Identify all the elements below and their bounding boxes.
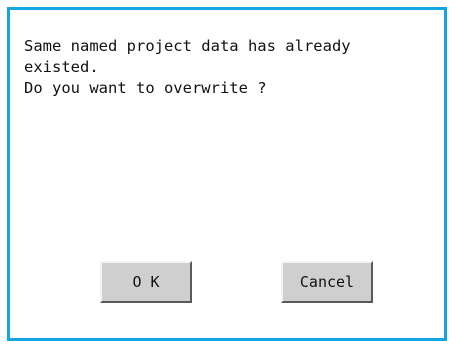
- message-line-2: existed.: [24, 58, 99, 76]
- ok-button[interactable]: O K: [100, 261, 192, 303]
- message-line-1: Same named project data has already: [24, 37, 351, 55]
- message-line-3: Do you want to overwrite ?: [24, 79, 267, 97]
- dialog-message: Same named project data has already exis…: [24, 36, 351, 99]
- cancel-button[interactable]: Cancel: [281, 261, 373, 303]
- overwrite-confirm-dialog: Same named project data has already exis…: [7, 7, 447, 341]
